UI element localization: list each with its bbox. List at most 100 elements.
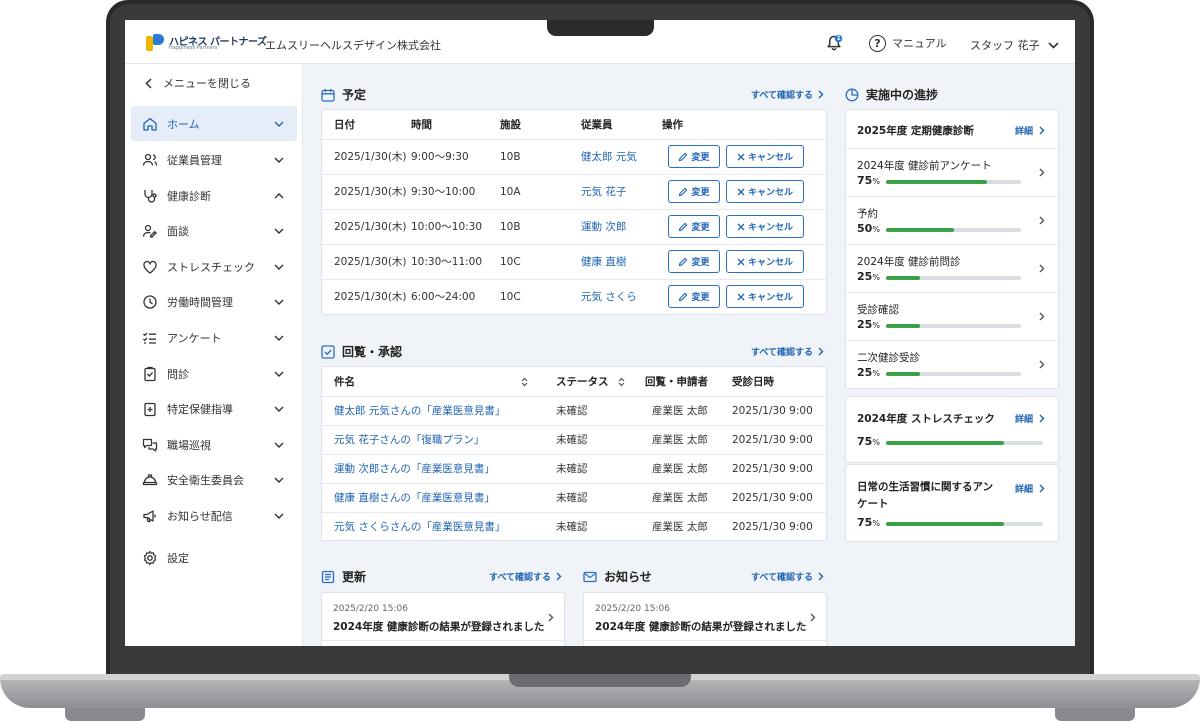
chevron-right-icon xyxy=(818,572,824,581)
approval-see-all-link[interactable]: すべて確認する xyxy=(751,345,824,358)
sidebar-item-3[interactable]: 面談 xyxy=(131,213,297,248)
approval-subject-link[interactable]: 健康 直樹さんの「産業医意見書」 xyxy=(322,483,556,513)
cancel-button[interactable]: キャンセル xyxy=(726,215,804,238)
sidebar-item-4[interactable]: ストレスチェック xyxy=(131,249,297,284)
edit-button[interactable]: 変更 xyxy=(668,145,720,168)
checkup-step-pct: 50% xyxy=(857,222,880,235)
sidebar-item-label: 労働時間管理 xyxy=(167,295,233,309)
notification-button[interactable]: 1 xyxy=(825,34,843,52)
check-square-icon xyxy=(321,344,335,359)
sidebar-item-5[interactable]: 労働時間管理 xyxy=(131,284,297,319)
close-icon xyxy=(737,258,745,265)
sidebar-item-7[interactable]: 問診 xyxy=(131,356,297,391)
interview-icon xyxy=(142,223,158,239)
sidebar-item-8[interactable]: 特定保健指導 xyxy=(131,391,297,426)
chevron-down-icon xyxy=(274,473,284,486)
checkup-progress-card: 2025年度 定期健康診断 詳細 2024年度 健診前アンケート 75% 予約 50%… xyxy=(845,109,1059,389)
cancel-button-label: キャンセル xyxy=(747,188,793,198)
schedule-employee-link[interactable]: 元気 花子 xyxy=(581,174,662,210)
schedule-see-all-link[interactable]: すべて確認する xyxy=(751,88,824,101)
approval-subject-link[interactable]: 運動 次郎さんの「産業医意見書」 xyxy=(322,454,556,484)
cancel-button[interactable]: キャンセル xyxy=(726,180,804,203)
user-menu[interactable]: スタッフ 花子 xyxy=(970,37,1059,53)
cancel-button-label: キャンセル xyxy=(747,153,793,163)
checkup-step-pct: 25% xyxy=(857,318,880,331)
approval-datetime: 2025/1/30 9:00 xyxy=(732,520,813,533)
approval-status: 未確認 xyxy=(556,425,645,455)
checkup-step[interactable]: 2024年度 健診前アンケート 75% xyxy=(846,148,1058,196)
pencil-icon xyxy=(679,292,688,301)
schedule-row: 2025/1/30(木) 10:30〜11:00 10C 健康 直樹 変更 キャンセル xyxy=(322,244,826,280)
approval-row: 元気 花子さんの「復職プラン」 未確認 産業医 太郎 2025/1/30 9:00 xyxy=(322,425,826,455)
schedule-employee-link[interactable]: 健太郎 元気 xyxy=(581,139,662,175)
chevron-down-icon xyxy=(274,509,284,522)
schedule-date: 2025/1/30(木) xyxy=(334,291,407,304)
help-icon: ? xyxy=(869,34,886,52)
sidebar-item-0[interactable]: ホーム xyxy=(131,106,297,141)
sidebar-item-11[interactable]: お知らせ配信 xyxy=(131,498,297,533)
checkup-step-bar xyxy=(886,324,1021,328)
cancel-button[interactable]: キャンセル xyxy=(726,250,804,273)
approval-col-status[interactable]: ステータス xyxy=(556,367,645,397)
cancel-button[interactable]: キャンセル xyxy=(726,285,804,309)
schedule-employee-link[interactable]: 健康 直樹 xyxy=(581,244,662,280)
schedule-employee-link[interactable]: 元気 さくら xyxy=(581,279,662,314)
edit-button[interactable]: 変更 xyxy=(668,215,720,238)
sidebar-item-2[interactable]: 健康診断 xyxy=(131,178,297,213)
sidebar-item-9[interactable]: 職場巡視 xyxy=(131,427,297,462)
sidebar-item-10[interactable]: 安全衛生委員会 xyxy=(131,462,297,497)
edit-button-label: 変更 xyxy=(691,153,710,163)
megaphone-icon xyxy=(142,508,158,524)
schedule-time: 9:00〜9:30 xyxy=(411,139,500,175)
logo-icon[interactable] xyxy=(146,34,164,51)
home-icon xyxy=(142,116,158,132)
notices-see-all-link[interactable]: すべて確認する xyxy=(751,570,824,583)
schedule-col-employee: 従業員 xyxy=(581,110,662,140)
approval-title-text: 回覧・承認 xyxy=(342,345,403,359)
manual-link[interactable]: ? マニュアル xyxy=(869,33,947,53)
edit-button-label: 変更 xyxy=(691,223,710,233)
sort-icon xyxy=(521,377,528,387)
sidebar-item-6[interactable]: アンケート xyxy=(131,320,297,355)
checkup-step[interactable]: 予約 50% xyxy=(846,196,1058,244)
updates-see-all-link[interactable]: すべて確認する xyxy=(489,570,562,583)
checkup-step-bar xyxy=(886,276,1021,280)
sidebar-item-12[interactable]: 設定 xyxy=(131,540,297,575)
approval-status: 未確認 xyxy=(556,396,645,426)
edit-button[interactable]: 変更 xyxy=(668,250,720,273)
sidebar-item-label: 職場巡視 xyxy=(167,438,211,452)
edit-button[interactable]: 変更 xyxy=(668,285,720,309)
schedule-employee-link[interactable]: 運動 次郎 xyxy=(581,209,662,245)
checkup-step[interactable]: 2024年度 健診前問診 25% xyxy=(846,244,1058,292)
gear-icon xyxy=(142,550,158,566)
approval-subject-link[interactable]: 元気 花子さんの「復職プラン」 xyxy=(322,425,556,455)
survey-detail-link[interactable]: 詳細 xyxy=(1015,482,1045,495)
chevron-down-icon xyxy=(274,224,284,237)
schedule-date: 2025/1/30(木) xyxy=(322,209,411,245)
cancel-button[interactable]: キャンセル xyxy=(726,145,804,168)
checkup-step[interactable]: 二次健診受診 25% xyxy=(846,340,1058,388)
notice-item[interactable]: 2025/2/20 15:06 2024年度 健康診断の結果が登録されました xyxy=(584,593,826,641)
edit-button-label: 変更 xyxy=(691,258,710,268)
approval-col-subject[interactable]: 件名 xyxy=(322,367,556,397)
schedule-facility: 10A xyxy=(500,174,581,210)
approval-requester: 産業医 太郎 xyxy=(652,521,708,534)
approval-row: 元気 さくらさんの「産業医意見書」 未確認 産業医 太郎 2025/1/30 9:00 xyxy=(322,512,826,541)
schedule-col-time: 時間 xyxy=(411,110,500,140)
checkup-step[interactable]: 受診確認 25% xyxy=(846,292,1058,340)
checkup-detail-link[interactable]: 詳細 xyxy=(1015,124,1045,137)
approval-col-datetime: 受診日時 xyxy=(732,367,826,397)
stress-detail-link[interactable]: 詳細 xyxy=(1015,412,1045,425)
update-item[interactable]: 2025/2/20 15:06 2024年度 健康診断の結果が登録されました xyxy=(322,593,564,641)
approval-subject-link[interactable]: 元気 さくらさんの「産業医意見書」 xyxy=(322,512,556,541)
edit-button[interactable]: 変更 xyxy=(668,180,720,203)
chevron-left-icon xyxy=(145,77,152,89)
close-menu-button[interactable]: メニューを閉じる xyxy=(145,75,251,91)
checkup-detail-label: 詳細 xyxy=(1015,127,1034,137)
newspaper-icon xyxy=(321,570,335,583)
notice-text: 2024年度 健康診断の結果が登録されました xyxy=(595,621,807,633)
sidebar-item-1[interactable]: 従業員管理 xyxy=(131,142,297,177)
approval-subject-link[interactable]: 健太郎 元気さんの「産業医意見書」 xyxy=(322,396,556,426)
chevron-right-icon xyxy=(1039,216,1045,225)
checkup-step-label: 2024年度 健診前問診 xyxy=(857,256,961,268)
